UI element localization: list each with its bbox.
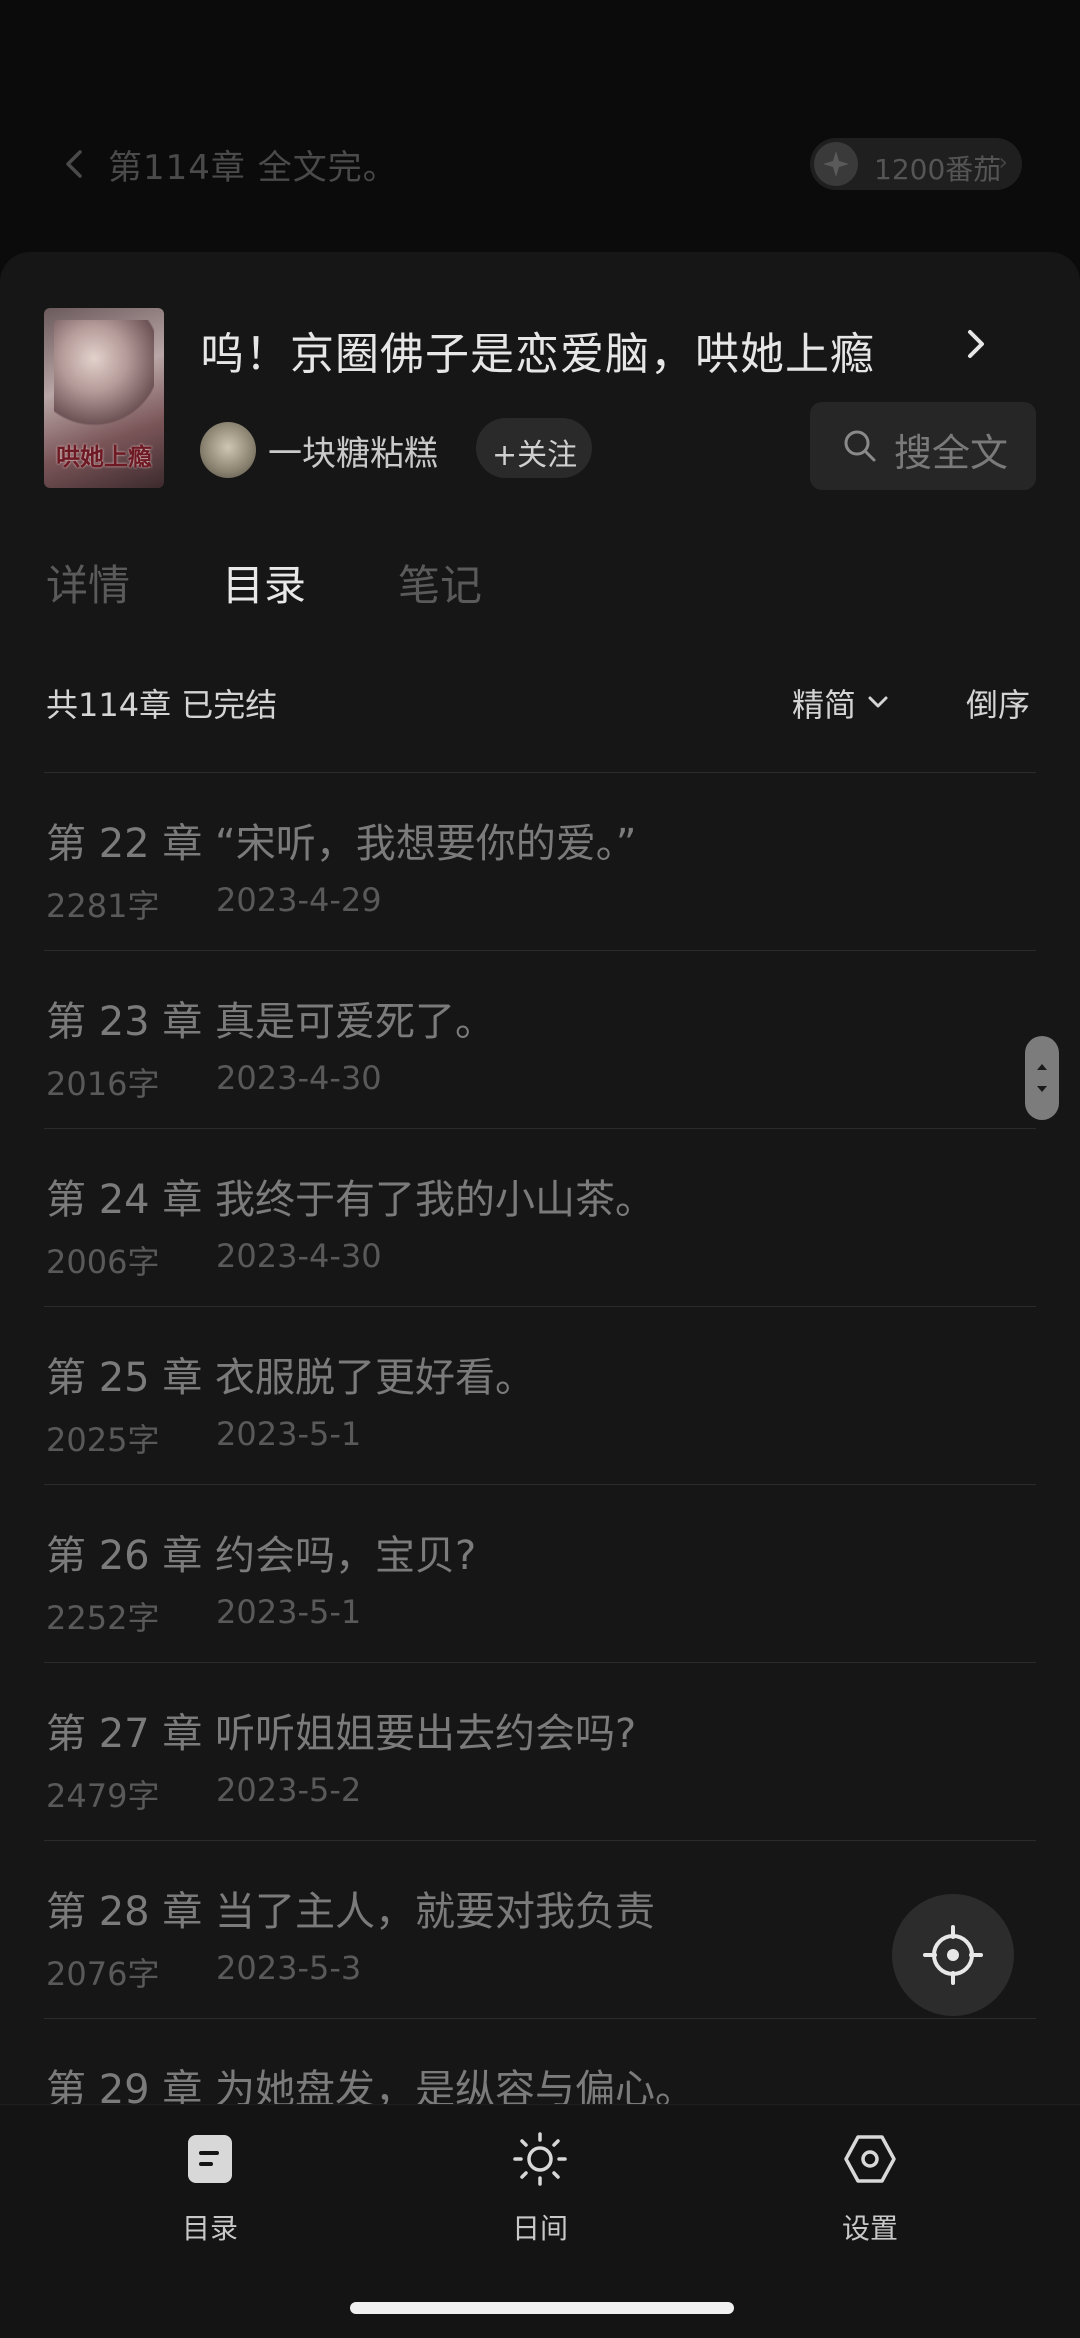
chevron-down-icon[interactable]: [866, 690, 890, 714]
chapter-item[interactable]: 第 25 章 衣服脱了更好看。 2025字 2023-5-1: [44, 1306, 1036, 1484]
search-label: 搜全文: [894, 431, 1009, 475]
chapter-title: 第 26 章 约会吗，宝贝?: [46, 1533, 477, 1579]
cover-title: 哄她上瘾: [56, 442, 152, 471]
toolbar-settings-label: 设置: [841, 2212, 898, 2245]
tab-bar: 详情 目录 笔记: [0, 552, 1080, 632]
catalog-sheet: 哄她上瘾 呜！京圈佛子是恋爱脑，哄她上瘾 一块糖粘糕 +关注 搜全文 详情 目录…: [0, 252, 1080, 2337]
chevron-right-icon[interactable]: [962, 324, 990, 364]
chapter-item[interactable]: 第 27 章 听听姐姐要出去约会吗? 2479字 2023-5-2: [44, 1662, 1036, 1840]
tab-details[interactable]: 详情: [46, 552, 130, 613]
chapter-item[interactable]: 第 26 章 约会吗，宝贝? 2252字 2023-5-1: [44, 1484, 1036, 1662]
search-icon: [844, 430, 876, 462]
book-title[interactable]: 呜！京圈佛子是恋爱脑，哄她上瘾: [200, 318, 875, 382]
chapter-date: 2023-4-29: [216, 881, 382, 919]
chevron-down-icon: [1037, 1086, 1047, 1092]
sort-option-select[interactable]: 精简: [792, 680, 856, 726]
coins-label: 1200番茄: [874, 153, 1002, 186]
chapter-word-count: 2252字: [46, 1599, 160, 1637]
chapter-word-count: 2281字: [46, 887, 160, 925]
chapter-date: 2023-4-30: [216, 1237, 382, 1275]
chapter-date: 2023-5-2: [216, 1771, 362, 1809]
chapter-title: 第 27 章 听听姐姐要出去约会吗?: [46, 1711, 637, 1757]
locate-current-chapter-button[interactable]: [892, 1894, 1014, 2016]
search-full-text-button[interactable]: 搜全文: [810, 402, 1036, 490]
chapter-item[interactable]: 第 22 章 “宋听，我想要你的爱。” 2281字 2023-4-29: [44, 772, 1036, 950]
chapter-title: 第 25 章 衣服脱了更好看。: [46, 1355, 536, 1401]
chapter-title: 第 22 章 “宋听，我想要你的爱。”: [46, 821, 637, 867]
coin-icon: [814, 142, 858, 186]
back-icon[interactable]: [58, 146, 94, 182]
toolbar-daymode-label: 日间: [511, 2212, 568, 2245]
cover-art: [54, 320, 154, 430]
author-name[interactable]: 一块糖粘糕: [268, 426, 438, 475]
reverse-order-button[interactable]: 倒序: [966, 680, 1030, 726]
chapter-word-count: 2076字: [46, 1955, 160, 1993]
chapter-date: 2023-5-1: [216, 1415, 362, 1453]
chapter-summary: 共114章 已完结: [46, 686, 278, 724]
chapter-title: 第 24 章 我终于有了我的小山茶。: [46, 1177, 656, 1223]
tab-notes[interactable]: 笔记: [398, 552, 482, 613]
chapter-title: 第 28 章 当了主人，就要对我负责: [46, 1889, 656, 1935]
chapter-item[interactable]: 第 23 章 真是可爱死了。 2016字 2023-4-30: [44, 950, 1036, 1128]
follow-label: +关注: [492, 438, 578, 473]
toolbar-catalog-label: 目录: [181, 2212, 238, 2245]
settings-icon: [844, 2135, 896, 2183]
reader-header: 第114章 全文完。 1200番茄 ›: [0, 0, 1080, 250]
chapter-word-count: 2479字: [46, 1777, 160, 1815]
toolbar-settings-button[interactable]: 设置: [790, 2127, 950, 2247]
crosshair-icon: [923, 1925, 983, 1985]
chapter-item[interactable]: 第 24 章 我终于有了我的小山茶。 2006字 2023-4-30: [44, 1128, 1036, 1306]
catalog-icon: [188, 2135, 232, 2183]
chapter-word-count: 2025字: [46, 1421, 160, 1459]
toolbar-daymode-button[interactable]: 日间: [460, 2127, 620, 2247]
scroll-handle[interactable]: [1025, 1036, 1059, 1120]
chapter-date: 2023-5-1: [216, 1593, 362, 1631]
author-avatar[interactable]: [200, 422, 256, 478]
chapter-date: 2023-4-30: [216, 1059, 382, 1097]
chevron-right-icon: ›: [998, 148, 1008, 176]
chevron-up-icon: [1037, 1064, 1047, 1070]
follow-button[interactable]: +关注: [476, 418, 592, 478]
chapter-word-count: 2006字: [46, 1243, 160, 1281]
chapter-word-count: 2016字: [46, 1065, 160, 1103]
chapter-date: 2023-5-3: [216, 1949, 362, 1987]
current-chapter-title: 第114章 全文完。: [108, 148, 398, 188]
chapter-item[interactable]: 第 28 章 当了主人，就要对我负责 2076字 2023-5-3: [44, 1840, 1036, 2018]
home-indicator[interactable]: [350, 2302, 734, 2314]
toolbar-catalog-button[interactable]: 目录: [130, 2127, 290, 2247]
tab-catalog[interactable]: 目录: [222, 552, 306, 613]
coins-pill[interactable]: 1200番茄 ›: [810, 138, 1022, 190]
chapter-list: 第 22 章 “宋听，我想要你的爱。” 2281字 2023-4-29 第 23…: [44, 772, 1036, 2196]
sun-icon: [513, 2132, 567, 2186]
chapter-title: 第 23 章 真是可爱死了。: [46, 999, 496, 1045]
book-cover[interactable]: 哄她上瘾: [44, 308, 164, 488]
